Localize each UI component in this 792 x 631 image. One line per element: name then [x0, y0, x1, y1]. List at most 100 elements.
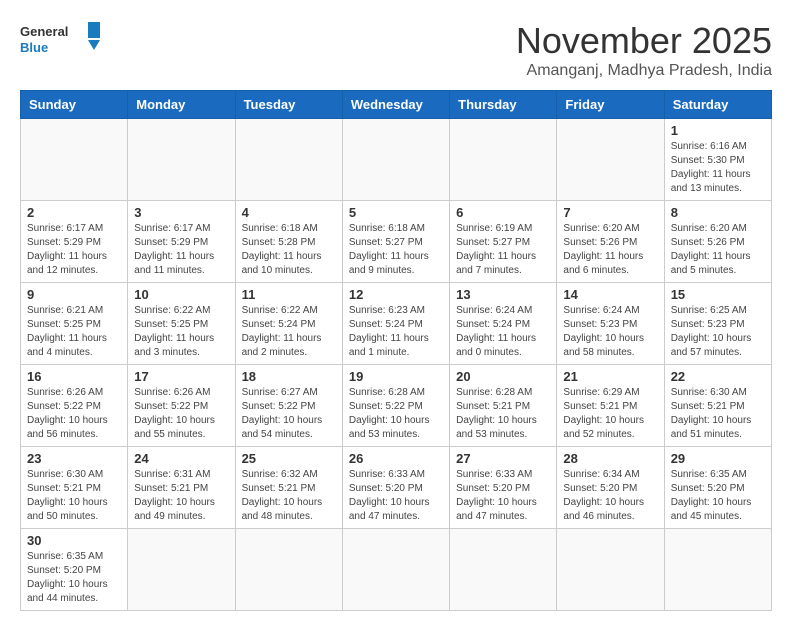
day-info: Sunrise: 6:18 AM Sunset: 5:27 PM Dayligh… [349, 222, 443, 278]
day-number: 27 [456, 451, 550, 466]
weekday-header-saturday: Saturday [664, 91, 771, 119]
calendar-cell: 29Sunrise: 6:35 AM Sunset: 5:20 PM Dayli… [664, 447, 771, 529]
calendar-cell [235, 119, 342, 201]
calendar-cell: 28 Sunrise: 6:34 AM Sunset: 5:20 PM Dayli… [557, 447, 664, 529]
week-row-6: 30 Sunrise: 6:35 AM Sunset: 5:20 PM Dayli… [21, 529, 772, 611]
calendar-cell: 7 Sunrise: 6:20 AM Sunset: 5:26 PM Daylig… [557, 201, 664, 283]
weekday-header-thursday: Thursday [450, 91, 557, 119]
calendar-cell: 16 Sunrise: 6:26 AM Sunset: 5:22 PM Dayli… [21, 365, 128, 447]
day-info: Sunrise: 6:18 AM Sunset: 5:28 PM Dayligh… [242, 222, 336, 278]
day-info: Sunrise: 6:22 AM Sunset: 5:25 PM Dayligh… [134, 304, 228, 360]
logo-svg: General Blue [20, 20, 100, 64]
day-number: 12 [349, 287, 443, 302]
calendar-cell: 9 Sunrise: 6:21 AM Sunset: 5:25 PM Daylig… [21, 283, 128, 365]
day-number: 13 [456, 287, 550, 302]
day-info: Sunrise: 6:23 AM Sunset: 5:24 PM Dayligh… [349, 304, 443, 360]
calendar-cell: 27 Sunrise: 6:33 AM Sunset: 5:20 PM Dayli… [450, 447, 557, 529]
day-number: 3 [134, 205, 228, 220]
weekday-header-sunday: Sunday [21, 91, 128, 119]
day-number: 16 [27, 369, 121, 384]
calendar-cell: 21 Sunrise: 6:29 AM Sunset: 5:21 PM Dayli… [557, 365, 664, 447]
calendar-cell: 2 Sunrise: 6:17 AM Sunset: 5:29 PM Daylig… [21, 201, 128, 283]
day-info: Sunrise: 6:20 AM Sunset: 5:26 PM Dayligh… [563, 222, 657, 278]
week-row-4: 16 Sunrise: 6:26 AM Sunset: 5:22 PM Dayli… [21, 365, 772, 447]
calendar-cell: 20Sunrise: 6:28 AM Sunset: 5:21 PM Dayli… [450, 365, 557, 447]
day-number: 9 [27, 287, 121, 302]
day-number: 21 [563, 369, 657, 384]
week-row-3: 9 Sunrise: 6:21 AM Sunset: 5:25 PM Daylig… [21, 283, 772, 365]
day-number: 5 [349, 205, 443, 220]
day-info: Sunrise: 6:28 AM Sunset: 5:22 PM Dayligh… [349, 386, 443, 442]
day-info: Sunrise: 6:16 AM Sunset: 5:30 PM Dayligh… [671, 140, 765, 196]
calendar-cell [128, 529, 235, 611]
calendar-cell [557, 529, 664, 611]
day-info: Sunrise: 6:27 AM Sunset: 5:22 PM Dayligh… [242, 386, 336, 442]
day-info: Sunrise: 6:25 AM Sunset: 5:23 PM Dayligh… [671, 304, 765, 360]
calendar-cell [450, 529, 557, 611]
day-info: Sunrise: 6:33 AM Sunset: 5:20 PM Dayligh… [349, 468, 443, 524]
day-number: 14 [563, 287, 657, 302]
calendar-cell: 14 Sunrise: 6:24 AM Sunset: 5:23 PM Dayli… [557, 283, 664, 365]
day-info: Sunrise: 6:35 AM Sunset: 5:20 PM Dayligh… [27, 550, 121, 606]
week-row-2: 2 Sunrise: 6:17 AM Sunset: 5:29 PM Daylig… [21, 201, 772, 283]
calendar-cell: 26 Sunrise: 6:33 AM Sunset: 5:20 PM Dayli… [342, 447, 449, 529]
day-number: 8 [671, 205, 765, 220]
calendar-cell: 10Sunrise: 6:22 AM Sunset: 5:25 PM Dayli… [128, 283, 235, 365]
day-number: 22 [671, 369, 765, 384]
day-info: Sunrise: 6:34 AM Sunset: 5:20 PM Dayligh… [563, 468, 657, 524]
calendar-cell: 15 Sunrise: 6:25 AM Sunset: 5:23 PM Dayli… [664, 283, 771, 365]
day-number: 7 [563, 205, 657, 220]
day-info: Sunrise: 6:21 AM Sunset: 5:25 PM Dayligh… [27, 304, 121, 360]
weekday-header-wednesday: Wednesday [342, 91, 449, 119]
day-info: Sunrise: 6:28 AM Sunset: 5:21 PM Dayligh… [456, 386, 550, 442]
day-info: Sunrise: 6:30 AM Sunset: 5:21 PM Dayligh… [671, 386, 765, 442]
day-number: 28 [563, 451, 657, 466]
weekday-header-tuesday: Tuesday [235, 91, 342, 119]
calendar-cell [450, 119, 557, 201]
calendar-cell: 17 Sunrise: 6:26 AM Sunset: 5:22 PM Dayli… [128, 365, 235, 447]
day-number: 6 [456, 205, 550, 220]
day-info: Sunrise: 6:24 AM Sunset: 5:23 PM Dayligh… [563, 304, 657, 360]
day-info: Sunrise: 6:26 AM Sunset: 5:22 PM Dayligh… [134, 386, 228, 442]
day-info: Sunrise: 6:24 AM Sunset: 5:24 PM Dayligh… [456, 304, 550, 360]
day-info: Sunrise: 6:20 AM Sunset: 5:26 PM Dayligh… [671, 222, 765, 278]
calendar-cell: 19 Sunrise: 6:28 AM Sunset: 5:22 PM Dayli… [342, 365, 449, 447]
calendar-cell: 6Sunrise: 6:19 AM Sunset: 5:27 PM Daylig… [450, 201, 557, 283]
day-info: Sunrise: 6:26 AM Sunset: 5:22 PM Dayligh… [27, 386, 121, 442]
calendar-cell [128, 119, 235, 201]
calendar-cell: 1Sunrise: 6:16 AM Sunset: 5:30 PM Daylig… [664, 119, 771, 201]
calendar-cell: 11Sunrise: 6:22 AM Sunset: 5:24 PM Dayli… [235, 283, 342, 365]
day-number: 2 [27, 205, 121, 220]
day-number: 23 [27, 451, 121, 466]
day-number: 15 [671, 287, 765, 302]
day-number: 17 [134, 369, 228, 384]
calendar-cell: 4 Sunrise: 6:18 AM Sunset: 5:28 PM Daylig… [235, 201, 342, 283]
weekday-header-friday: Friday [557, 91, 664, 119]
calendar-cell: 22 Sunrise: 6:30 AM Sunset: 5:21 PM Dayli… [664, 365, 771, 447]
day-number: 19 [349, 369, 443, 384]
day-number: 4 [242, 205, 336, 220]
day-info: Sunrise: 6:17 AM Sunset: 5:29 PM Dayligh… [134, 222, 228, 278]
day-info: Sunrise: 6:17 AM Sunset: 5:29 PM Dayligh… [27, 222, 121, 278]
day-info: Sunrise: 6:29 AM Sunset: 5:21 PM Dayligh… [563, 386, 657, 442]
calendar-cell: 3 Sunrise: 6:17 AM Sunset: 5:29 PM Daylig… [128, 201, 235, 283]
weekday-header-row: SundayMondayTuesdayWednesdayThursdayFrid… [21, 91, 772, 119]
month-title: November 2025 [516, 20, 772, 62]
calendar-cell: 13 Sunrise: 6:24 AM Sunset: 5:24 PM Dayli… [450, 283, 557, 365]
calendar-cell: 18Sunrise: 6:27 AM Sunset: 5:22 PM Dayli… [235, 365, 342, 447]
day-number: 30 [27, 533, 121, 548]
week-row-1: 1Sunrise: 6:16 AM Sunset: 5:30 PM Daylig… [21, 119, 772, 201]
svg-text:Blue: Blue [20, 40, 48, 55]
svg-text:General: General [20, 24, 68, 39]
calendar-cell [664, 529, 771, 611]
title-section: November 2025 Amanganj, Madhya Pradesh, … [516, 20, 772, 80]
day-number: 25 [242, 451, 336, 466]
calendar-cell: 8 Sunrise: 6:20 AM Sunset: 5:26 PM Daylig… [664, 201, 771, 283]
day-info: Sunrise: 6:33 AM Sunset: 5:20 PM Dayligh… [456, 468, 550, 524]
calendar-table: SundayMondayTuesdayWednesdayThursdayFrid… [20, 90, 772, 611]
weekday-header-monday: Monday [128, 91, 235, 119]
logo: General Blue [20, 20, 100, 64]
calendar-cell [235, 529, 342, 611]
calendar-cell: 25Sunrise: 6:32 AM Sunset: 5:21 PM Dayli… [235, 447, 342, 529]
day-number: 26 [349, 451, 443, 466]
